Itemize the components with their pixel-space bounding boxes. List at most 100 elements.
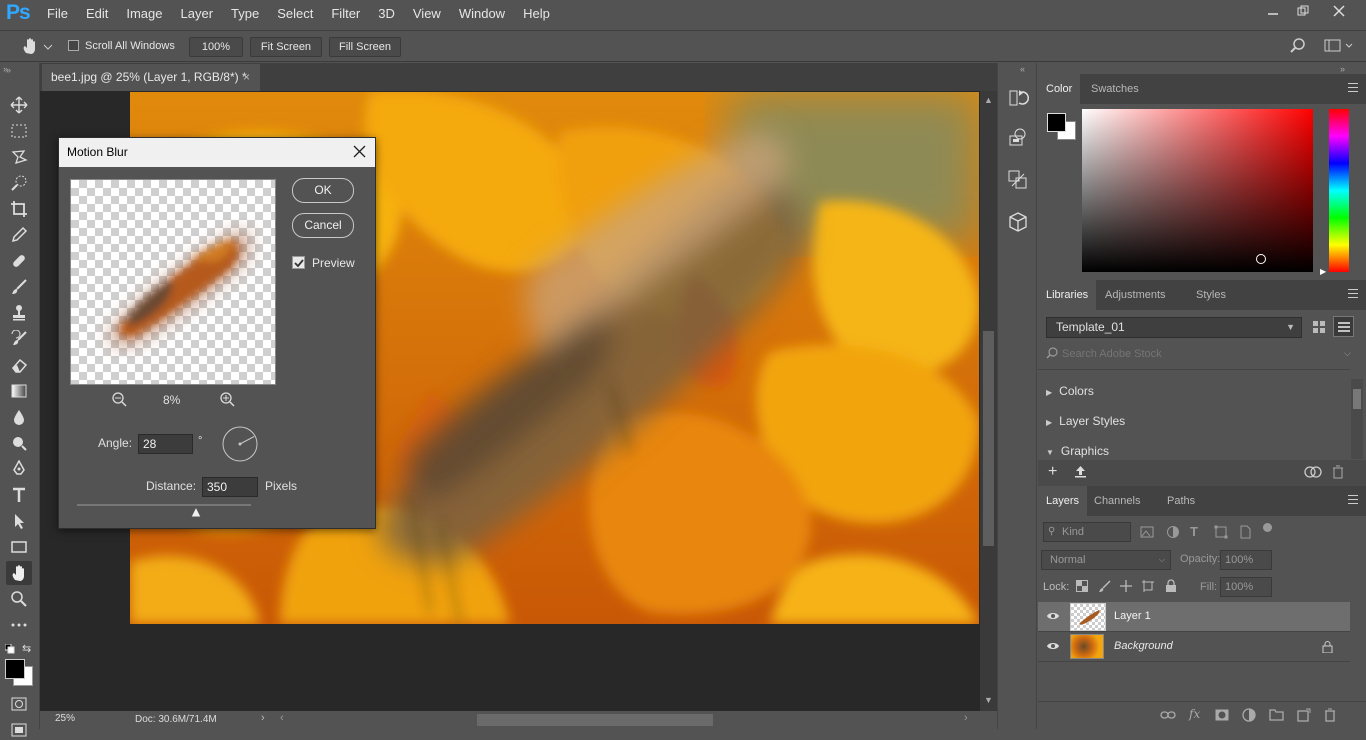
new-layer-icon[interactable] — [1297, 708, 1311, 725]
close-window-icon[interactable] — [1322, 0, 1356, 22]
filter-pixel-icon[interactable] — [1140, 525, 1154, 542]
panel-foreground-swatch[interactable] — [1047, 113, 1066, 132]
dodge-tool-icon[interactable] — [6, 431, 32, 455]
lock-artboard-icon[interactable] — [1142, 580, 1154, 595]
hand-tool-icon[interactable] — [6, 561, 32, 585]
library-select[interactable]: Template_01 ▼ — [1046, 317, 1302, 338]
delete-layer-icon[interactable] — [1324, 708, 1336, 725]
scroll-right-icon[interactable]: › — [964, 712, 968, 724]
type-tool-icon[interactable] — [6, 483, 32, 507]
scroll-left-icon[interactable]: ‹ — [280, 712, 284, 724]
minimize-icon[interactable] — [1256, 0, 1290, 22]
eyedropper-tool-icon[interactable] — [6, 223, 32, 247]
preview-checkbox[interactable] — [292, 256, 305, 269]
menu-filter[interactable]: Filter — [322, 0, 369, 28]
stock-search-dropdown-icon[interactable]: ⌵ — [1344, 348, 1351, 359]
menu-view[interactable]: View — [404, 0, 450, 28]
list-view-icon[interactable] — [1333, 316, 1354, 337]
gradient-tool-icon[interactable] — [6, 379, 32, 403]
tab-layers[interactable]: Layers — [1038, 486, 1088, 516]
angle-input[interactable]: 28 — [138, 434, 193, 454]
menu-help[interactable]: Help — [514, 0, 559, 28]
zoom-tool-icon[interactable] — [6, 587, 32, 611]
lock-position-icon[interactable] — [1120, 580, 1132, 595]
library-section-colors[interactable]: ▶ Colors — [1046, 384, 1094, 398]
upload-icon[interactable] — [1074, 465, 1087, 481]
quick-selection-tool-icon[interactable] — [6, 171, 32, 195]
rectangle-tool-icon[interactable] — [6, 535, 32, 559]
add-mask-icon[interactable] — [1215, 709, 1229, 724]
properties-panel-icon[interactable] — [1007, 169, 1029, 194]
add-content-icon[interactable]: + — [1048, 463, 1057, 481]
menu-edit[interactable]: Edit — [77, 0, 117, 28]
path-selection-tool-icon[interactable] — [6, 509, 32, 533]
healing-brush-tool-icon[interactable] — [6, 249, 32, 273]
libraries-scroll-thumb[interactable] — [1353, 389, 1361, 409]
status-menu-arrow-icon[interactable]: › — [261, 712, 265, 724]
cancel-button[interactable]: Cancel — [292, 213, 354, 238]
crop-tool-icon[interactable] — [6, 197, 32, 221]
libraries-panel-menu-icon[interactable] — [1348, 289, 1358, 298]
menu-3d[interactable]: 3D — [369, 0, 404, 28]
color-field[interactable] — [1082, 109, 1313, 272]
marquee-tool-icon[interactable] — [6, 119, 32, 143]
blend-mode-select[interactable]: Normal ⌵ — [1041, 550, 1171, 570]
visibility-eye-icon[interactable] — [1046, 610, 1060, 624]
tab-channels[interactable]: Channels — [1086, 486, 1148, 516]
scroll-up-icon[interactable]: ▲ — [984, 95, 993, 105]
tab-paths[interactable]: Paths — [1159, 486, 1203, 516]
link-layers-icon[interactable] — [1160, 709, 1176, 724]
menu-layer[interactable]: Layer — [172, 0, 223, 28]
hue-slider-thumb[interactable]: ▶ — [1320, 267, 1326, 276]
tab-styles[interactable]: Styles — [1188, 280, 1234, 310]
search-icon[interactable] — [1290, 38, 1306, 57]
dialog-close-icon[interactable] — [353, 145, 366, 161]
menu-type[interactable]: Type — [222, 0, 268, 28]
creative-cloud-icon[interactable] — [1304, 465, 1322, 482]
delete-library-icon[interactable] — [1332, 465, 1344, 482]
workspace-icon[interactable] — [1324, 39, 1354, 56]
library-section-graphics[interactable]: ▼ Graphics — [1046, 444, 1109, 458]
library-section-layer-styles[interactable]: ▶ Layer Styles — [1046, 414, 1125, 428]
filter-preview[interactable] — [70, 179, 276, 385]
pen-tool-icon[interactable] — [6, 457, 32, 481]
opacity-input[interactable]: 100% — [1220, 550, 1272, 570]
more-tools-icon[interactable] — [6, 613, 32, 637]
horizontal-scroll-thumb[interactable] — [477, 714, 713, 726]
layer-kind-filter[interactable]: ⚲ Kind — [1043, 522, 1131, 542]
menu-image[interactable]: Image — [117, 0, 171, 28]
zoom-in-icon[interactable] — [220, 392, 235, 410]
grid-view-icon[interactable] — [1312, 320, 1326, 337]
vertical-scroll-thumb[interactable] — [983, 331, 994, 546]
panel-collapse-left-icon[interactable]: » — [3, 64, 8, 74]
collapse-panels-icon[interactable]: » — [1340, 64, 1345, 74]
eraser-tool-icon[interactable] — [6, 353, 32, 377]
screen-mode-icon[interactable] — [11, 723, 27, 740]
hand-tool-preset-icon[interactable] — [20, 37, 54, 60]
filter-adjustment-icon[interactable] — [1166, 525, 1180, 542]
layer-row-layer-1[interactable]: Layer 1 — [1038, 602, 1350, 632]
zoom-readout[interactable]: 25% — [55, 713, 75, 724]
distance-slider-thumb[interactable] — [190, 505, 202, 521]
filter-toggle-icon[interactable] — [1263, 523, 1272, 532]
close-document-icon[interactable]: × — [243, 64, 250, 91]
3d-cube-panel-icon[interactable] — [1007, 211, 1029, 236]
3d-layers-panel-icon[interactable] — [1007, 127, 1029, 152]
zoom-out-icon[interactable] — [112, 392, 127, 410]
lock-transparent-icon[interactable] — [1076, 580, 1088, 595]
tab-swatches[interactable]: Swatches — [1083, 74, 1147, 104]
zoom-100-button[interactable]: 100% — [189, 37, 243, 57]
new-adjustment-layer-icon[interactable] — [1242, 708, 1256, 725]
distance-input[interactable]: 350 — [202, 477, 258, 497]
color-field-cursor[interactable] — [1256, 254, 1266, 264]
lock-all-icon[interactable] — [1165, 579, 1177, 595]
libraries-scrollbar[interactable] — [1351, 379, 1363, 459]
lock-pixels-icon[interactable] — [1099, 580, 1111, 595]
layer-style-icon[interactable]: fx — [1189, 707, 1200, 721]
tab-adjustments[interactable]: Adjustments — [1097, 280, 1174, 310]
default-colors-icon[interactable] — [4, 643, 15, 657]
foreground-color-swatch[interactable] — [5, 659, 25, 679]
new-group-icon[interactable] — [1269, 708, 1284, 724]
document-tab[interactable]: bee1.jpg @ 25% (Layer 1, RGB/8*) * × — [42, 64, 260, 91]
layer-name[interactable]: Layer 1 — [1114, 610, 1151, 622]
